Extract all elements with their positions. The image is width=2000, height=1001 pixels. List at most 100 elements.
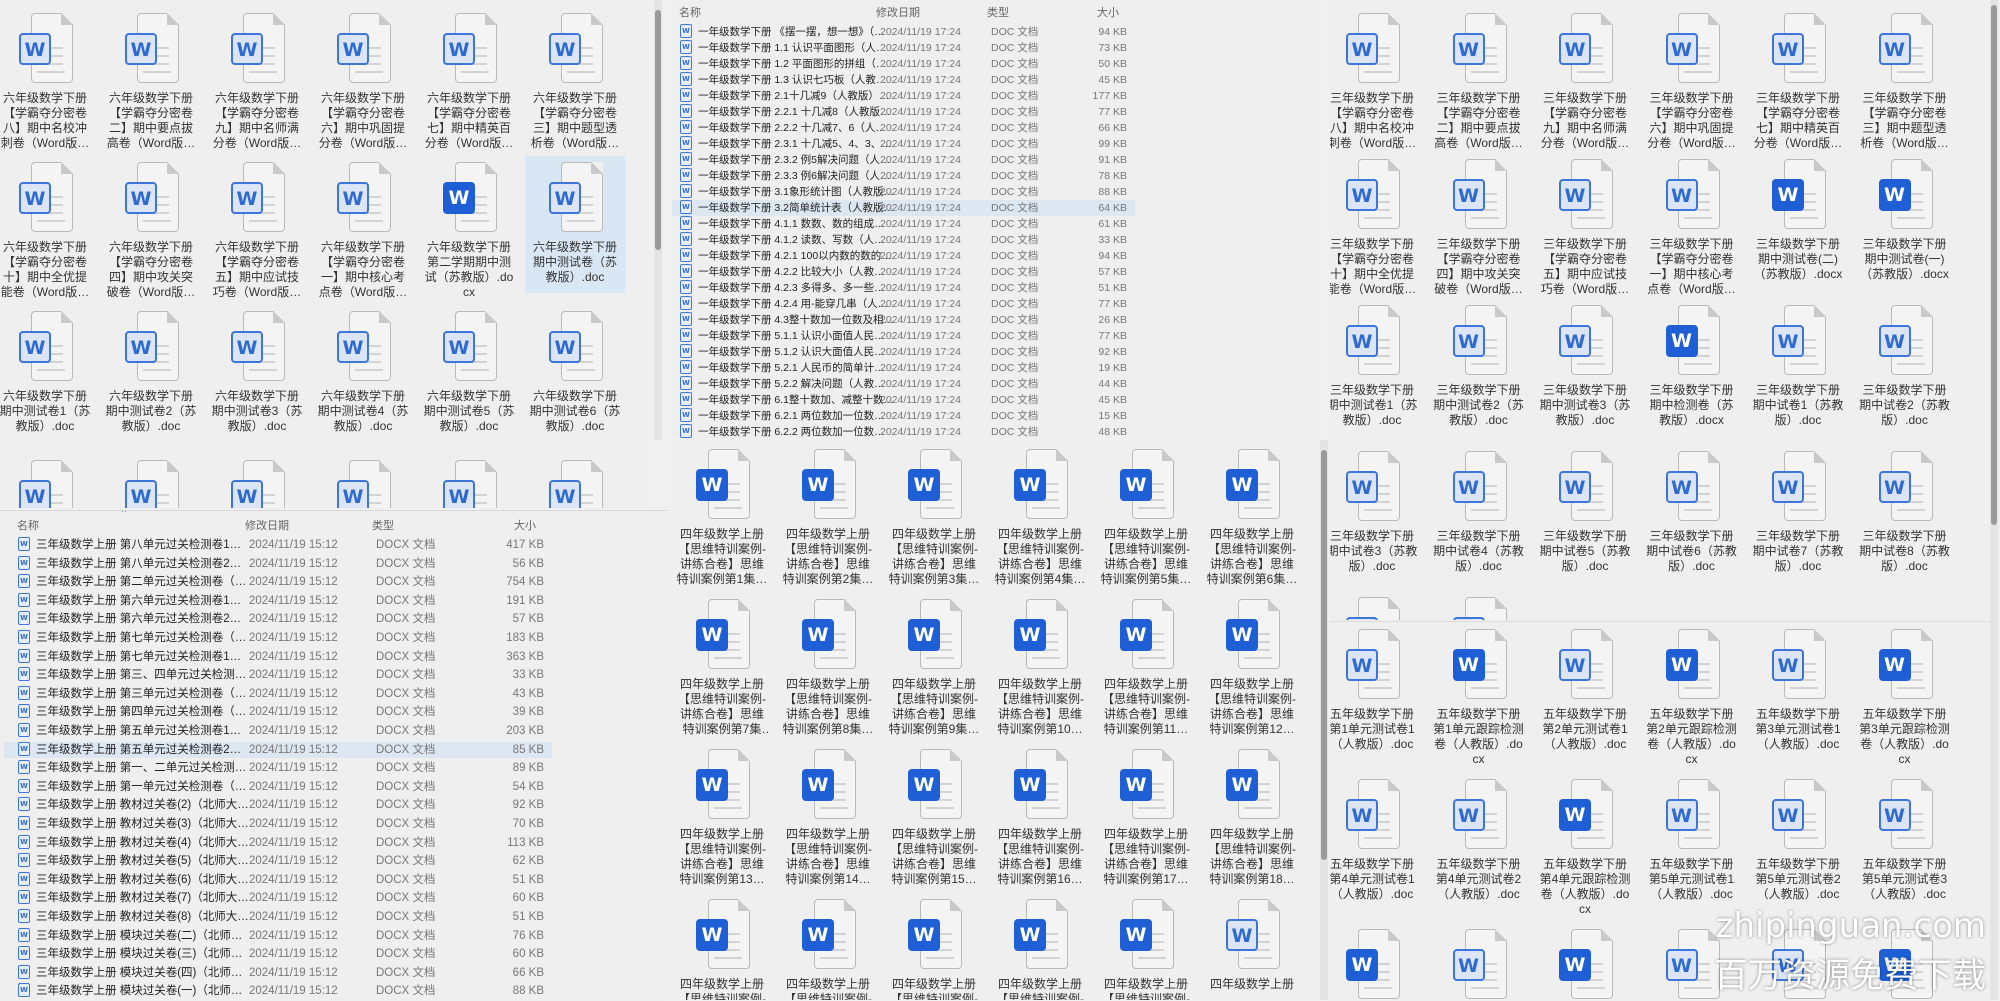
file-item[interactable]: W 四年级数学上册【思维特训案例-讲练合卷】思维特训案例第15…	[884, 749, 984, 887]
file-item[interactable]: W 三年级数学下册【学霸夺分密卷一】期中核心考点卷（Word版…	[1642, 159, 1742, 297]
file-item[interactable]: W	[1535, 929, 1635, 1001]
file-item[interactable]: W 六年级数学下册【学霸夺分密卷十】期中全优提能卷（Word版…	[0, 162, 95, 300]
file-row[interactable]: W 一年级数学下册 2.2.1 十几减8（人教版… 2024/11/19 17:24…	[672, 104, 1135, 120]
file-item[interactable]: W 六年级数学下册第二学期期中测试（苏教版）.docx	[419, 162, 519, 300]
file-item[interactable]: W 六年级数学下册期中测试卷2（苏教版）.doc	[101, 311, 201, 434]
file-row[interactable]: W 三年级数学上册 第三单元过关检测卷（… 2024/11/19 15:12 DOCX…	[4, 685, 552, 702]
file-item[interactable]: W 六年级数学下册【学霸夺分密卷四】期中攻关突破卷（Word版…	[101, 162, 201, 300]
column-header-date[interactable]: 修改日期	[876, 4, 920, 20]
file-item[interactable]: W 五年级数学下册第4单元跟踪检测卷（人教版）.docx	[1535, 779, 1635, 917]
file-item[interactable]: W	[1330, 929, 1422, 1001]
file-item[interactable]: W	[1330, 597, 1422, 620]
file-row[interactable]: W 一年级数学下册 2.3.1 十几减5、4、3、… 2024/11/19 17:2…	[672, 136, 1135, 152]
file-item[interactable]: W 五年级数学下册第3单元测试卷1（人教版）.doc	[1748, 629, 1848, 752]
file-row[interactable]: W 三年级数学上册 教材过关卷(7)（北师大… 2024/11/19 15:12 DO…	[4, 890, 552, 906]
file-row[interactable]: W 一年级数学下册 1.1 认识平面图形（人… 2024/11/19 17:24 DO…	[672, 40, 1135, 56]
file-row[interactable]: W 三年级数学上册 第六单元过关检测卷1… 2024/11/19 15:12 DOCX…	[4, 592, 552, 609]
file-item[interactable]: W 四年级数学上册【思维特训案例-讲练合卷】思维特训案例第6集…	[1202, 449, 1302, 587]
file-row[interactable]: W 一年级数学下册 6.2.2 两位数加一位数… 2024/11/19 17:24 D…	[672, 424, 1135, 438]
file-item[interactable]: W 六年级数学下册期中测试卷（苏教版）.doc	[525, 156, 625, 293]
file-item[interactable]: W 四年级数学上册【思维特训案例-讲练合卷】思维特训案例第9集…	[884, 599, 984, 737]
file-row[interactable]: W 三年级数学上册 模块过关卷(三)（北师… 2024/11/19 15:12 DOC…	[4, 946, 552, 962]
file-item[interactable]: W 五年级数学下册第3单元跟踪检测卷（人教版）.docx	[1855, 629, 1955, 767]
file-item[interactable]: W 四年级数学上册【思维特训案例-讲练合卷】思维特训案例第1集…	[672, 449, 772, 587]
file-item[interactable]: W 六年级数学下册期中测试卷5（苏教版）.doc	[419, 311, 519, 434]
file-item[interactable]: W 四年级数学上册【思维特训案例-讲练合卷】思维特训案例第4集…	[990, 449, 1090, 587]
file-item[interactable]: W	[419, 460, 519, 508]
file-row[interactable]: W 一年级数学下册 4.3整十数加一位数及相… 2024/11/19 17:24 DO…	[672, 312, 1135, 328]
file-item[interactable]: W 三年级数学下册期中试卷5（苏教版）.doc	[1535, 451, 1635, 574]
file-row[interactable]: W 三年级数学上册 第一单元过关检测卷（… 2024/11/19 15:12 DOCX…	[4, 778, 552, 795]
file-item[interactable]: W 六年级数学下册期中测试卷1（苏教版）.doc	[0, 311, 95, 434]
column-header-size[interactable]: 大小	[1097, 4, 1119, 20]
file-row[interactable]: W 三年级数学上册 第五单元过关检测卷2… 2024/11/19 15:12 DOCX…	[4, 741, 552, 758]
right-scrollbar[interactable]	[1990, 0, 1998, 1000]
file-item[interactable]: W 六年级数学下册期中测试卷4（苏教版）.doc	[313, 311, 413, 434]
file-row[interactable]: W 三年级数学上册 第四单元过关检测卷（… 2024/11/19 15:12 DOCX…	[4, 704, 552, 720]
file-row[interactable]: W 一年级数学下册 2.1十几减9（人教版）… 2024/11/19 17:24 DO…	[672, 88, 1135, 104]
file-item[interactable]: W 四年级数学上册【思维特训案例-讲练合卷】思维特训案例第11…	[1096, 599, 1196, 737]
file-row[interactable]: W 三年级数学上册 教材过关卷(6)（北师大… 2024/11/19 15:12 DO…	[4, 871, 552, 888]
file-item[interactable]: W 五年级数学下册第5单元测试卷2（人教版）.doc	[1748, 779, 1848, 902]
file-row[interactable]: W 三年级数学上册 第二单元过关检测卷（… 2024/11/19 15:12 DOCX…	[4, 574, 552, 590]
file-row[interactable]: W 三年级数学上册 第六单元过关检测卷2… 2024/11/19 15:12 DOCX…	[4, 611, 552, 627]
file-item[interactable]: W 六年级数学下册【学霸夺分密卷五】期中应试技巧卷（Word版…	[207, 162, 307, 300]
file-item[interactable]: W 三年级数学下册期中试卷4（苏教版）.doc	[1429, 451, 1529, 574]
file-row[interactable]: W 一年级数学下册 3.1象形统计图（人教版… 2024/11/19 17:24 DO…	[672, 184, 1135, 200]
file-item[interactable]: W 五年级数学下册第4单元测试卷1（人教版）.doc	[1330, 779, 1422, 902]
file-item[interactable]: W	[525, 460, 625, 508]
file-row[interactable]: W 一年级数学下册 4.2.2 比较大小（人教… 2024/11/19 17:24 D…	[672, 264, 1135, 280]
file-item[interactable]: W 四年级数学上册【思维特训案例-讲练合卷】思维特训案例第16…	[990, 749, 1090, 887]
column-header-date[interactable]: 修改日期	[245, 517, 289, 533]
file-row[interactable]: W 一年级数学下册 4.1.2 读数、写数（人… 2024/11/19 17:24 D…	[672, 232, 1135, 248]
file-item[interactable]: W 四年级数学上册【思维特训案例-讲练合卷】思维特训案例第17…	[1096, 749, 1196, 887]
file-row[interactable]: W 三年级数学上册 模块过关卷(二)（北师… 2024/11/19 15:12 DOC…	[4, 927, 552, 944]
file-item[interactable]: W 三年级数学下册【学霸夺分密卷九】期中名师满分卷（Word版…	[1535, 13, 1635, 151]
file-item[interactable]: W 四年级数学上册	[1202, 899, 1302, 992]
column-header-size[interactable]: 大小	[514, 517, 536, 533]
file-row[interactable]: W 一年级数学下册 4.2.4 用-能穿几串（人… 2024/11/19 17:24…	[672, 296, 1135, 312]
file-item[interactable]: W 四年级数学上册【思维特训案例-讲练合卷】思维特训案例第3集…	[884, 449, 984, 587]
file-item[interactable]: W 五年级数学下册第2单元测试卷1（人教版）.doc	[1535, 629, 1635, 752]
file-item[interactable]: W 五年级数学下册第5单元测试卷3（人教版）.doc	[1855, 779, 1955, 902]
file-item[interactable]: W 三年级数学下册【学霸夺分密卷四】期中攻关突破卷（Word版…	[1429, 159, 1529, 297]
file-item[interactable]: W	[313, 460, 413, 508]
file-item[interactable]: W 四年级数学上册【思维特训案例-讲练合卷】思维特训案例第10…	[990, 599, 1090, 737]
file-row[interactable]: W 三年级数学上册 第三、四单元过关检测… 2024/11/19 15:12 DOCX…	[4, 667, 552, 683]
file-item[interactable]: W 三年级数学下册期中测试卷2（苏教版）.doc	[1429, 305, 1529, 428]
file-row[interactable]: W 一年级数学下册 4.2.3 多得多、多一些… 2024/11/19 17:24 D…	[672, 280, 1135, 296]
file-item[interactable]: W 三年级数学下册期中试卷8（苏教版）.doc	[1855, 451, 1955, 574]
file-item[interactable]: W 四年级数学上册【思维特训案例-讲练合卷】思维特训案例第7集 …	[672, 599, 772, 737]
file-item[interactable]: W 三年级数学下册期中测试卷1（苏教版）.doc	[1330, 305, 1422, 428]
file-item[interactable]: W 三年级数学下册期中试卷3（苏教版）.doc	[1330, 451, 1422, 574]
file-row[interactable]: W 三年级数学上册 第五单元过关检测卷1… 2024/11/19 15:12 DOCX…	[4, 723, 552, 739]
file-item[interactable]: W 六年级数学下册【学霸夺分密卷八】期中名校冲刺卷（Word版…	[0, 13, 95, 151]
file-row[interactable]: W 三年级数学上册 第一、二单元过关检测… 2024/11/19 15:12 DOCX…	[4, 760, 552, 776]
file-row[interactable]: W 三年级数学上册 第八单元过关检测卷1… 2024/11/19 15:12 DOCX…	[4, 537, 552, 553]
file-item[interactable]: W 四年级数学上册【思维特训案例-讲练合卷】思维特训案例第12…	[1202, 599, 1302, 737]
file-row[interactable]: W 一年级数学下册 《摆一摆，想一想》（… 2024/11/19 17:24 DOC …	[672, 24, 1135, 40]
file-item[interactable]: W 四年级数学上册【思维特训案例-讲练合卷】思维特训案例第2集…	[778, 449, 878, 587]
column-header-type[interactable]: 类型	[372, 517, 394, 533]
file-item[interactable]: W 三年级数学下册【学霸夺分密卷十】期中全优提能卷（Word版…	[1330, 159, 1422, 297]
file-item[interactable]: W	[0, 460, 95, 508]
file-row[interactable]: W 一年级数学下册 5.2.2 解决问题（人教… 2024/11/19 17:24 D…	[672, 376, 1135, 392]
file-item[interactable]: W 六年级数学下册【学霸夺分密卷一】期中核心考点卷（Word版…	[313, 162, 413, 300]
file-item[interactable]: W 四年级数学上册【思维特训案例-	[1096, 899, 1196, 1000]
file-item[interactable]: W 六年级数学下册【学霸夺分密卷二】期中要点拔高卷（Word版…	[101, 13, 201, 151]
file-item[interactable]: W 三年级数学下册期中试卷6（苏教版）.doc	[1642, 451, 1742, 574]
column-header-name[interactable]: 名称	[17, 517, 39, 533]
file-item[interactable]: W	[1429, 597, 1529, 620]
file-row[interactable]: W 三年级数学上册 教材过关卷(3)（北师大… 2024/11/19 15:12 DO…	[4, 816, 552, 832]
file-item[interactable]: W 五年级数学下册第1单元跟踪检测卷（人教版）.docx	[1429, 629, 1529, 767]
file-item[interactable]: W 三年级数学下册期中检测卷（苏教版）.docx	[1642, 305, 1742, 428]
file-item[interactable]: W 四年级数学上册【思维特训案例-	[884, 899, 984, 1000]
file-item[interactable]: W 三年级数学下册期中试卷2（苏教版）.doc	[1855, 305, 1955, 428]
file-item[interactable]: W 四年级数学上册【思维特训案例-讲练合卷】思维特训案例第8集…	[778, 599, 878, 737]
file-row[interactable]: W 一年级数学下册 2.3.3 例6解决问题（人… 2024/11/19 17:24…	[672, 168, 1135, 184]
file-item[interactable]: W 四年级数学上册【思维特训案例-	[672, 899, 772, 1000]
file-row[interactable]: W 一年级数学下册 5.1.2 认识大面值人民… 2024/11/19 17:24 D…	[672, 344, 1135, 360]
file-row[interactable]: W 一年级数学下册 3.2简单统计表（人教版… 2024/11/19 17:24 DO…	[672, 200, 1135, 216]
file-item[interactable]: W 五年级数学下册第5单元测试卷1（人教版）.doc	[1642, 779, 1742, 902]
file-item[interactable]: W 三年级数学下册期中试卷1（苏教版）.doc	[1748, 305, 1848, 428]
